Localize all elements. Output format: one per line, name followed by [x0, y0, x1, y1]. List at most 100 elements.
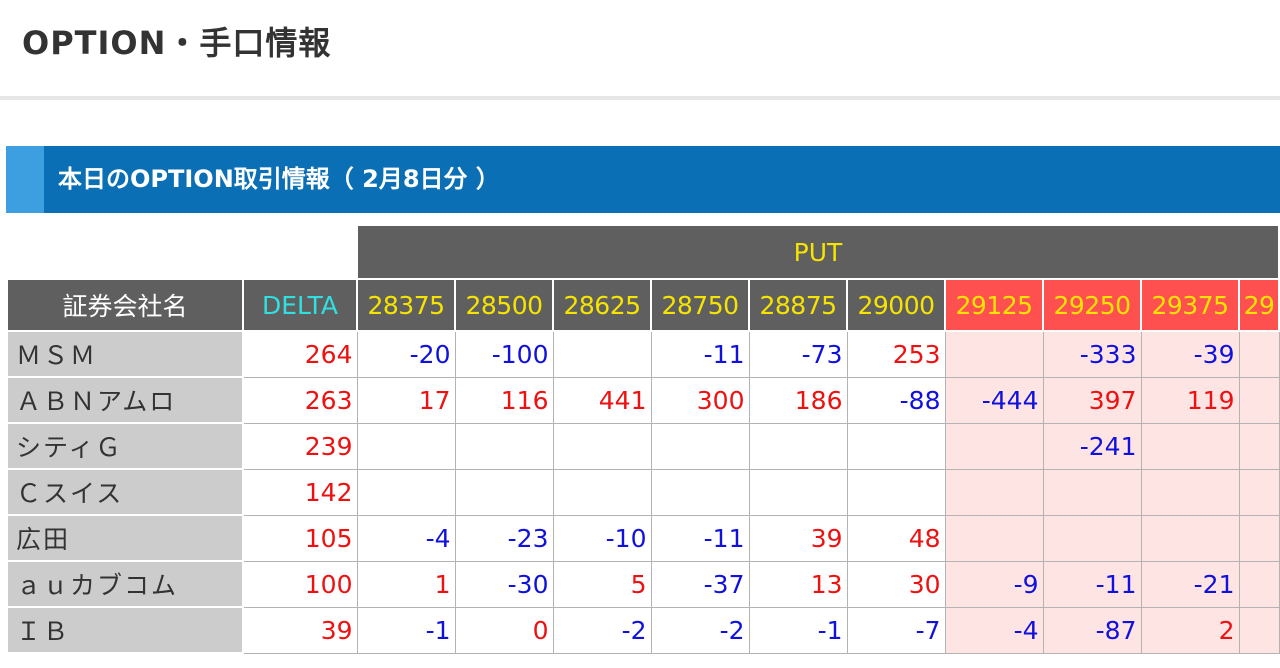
volume-cell: -1: [356, 606, 456, 654]
delta-value: 105: [242, 514, 358, 562]
broker-name: ａｕカブコム: [6, 560, 244, 608]
delta-value: 100: [242, 560, 358, 608]
strike-header: 28500: [454, 278, 554, 332]
volume-cell: -2: [650, 606, 750, 654]
volume-cell: [748, 468, 848, 516]
strike-header: 28625: [552, 278, 652, 332]
section-header: 本日のOPTION取引情報（ 2月8日分 ）: [6, 146, 1280, 213]
volume-cell: [356, 422, 456, 470]
table-row: ａｕカブコム 100 1 -30 5 -37 13 30 -9 -11 -21: [6, 560, 1280, 608]
volume-cell: [846, 422, 946, 470]
delta-value: 239: [242, 422, 358, 470]
volume-cell: -11: [650, 330, 750, 378]
volume-cell: -444: [944, 376, 1044, 424]
strike-header: 28875: [748, 278, 848, 332]
volume-cell: 30: [846, 560, 946, 608]
volume-cell: [1238, 330, 1280, 378]
volume-cell: -100: [454, 330, 554, 378]
volume-cell: -7: [846, 606, 946, 654]
volume-cell: [944, 330, 1044, 378]
volume-cell: [944, 422, 1044, 470]
put-header-row: PUT: [7, 224, 1280, 280]
volume-cell: 5: [552, 560, 652, 608]
volume-cell: [944, 514, 1044, 562]
volume-cell: [1238, 422, 1280, 470]
section-accent: [6, 146, 44, 213]
volume-cell: [1140, 422, 1240, 470]
strike-header: 29375: [1140, 278, 1240, 332]
volume-cell: -30: [454, 560, 554, 608]
volume-cell: [454, 468, 554, 516]
broker-name: ＩＢ: [6, 606, 244, 654]
volume-cell: 253: [846, 330, 946, 378]
volume-cell: [650, 422, 750, 470]
volume-cell: [1140, 468, 1240, 516]
volume-cell: 2: [1140, 606, 1240, 654]
broker-name-header: 証券会社名: [6, 278, 244, 332]
table-row: ＩＢ 39 -1 0 -2 -2 -1 -7 -4 -87 2: [6, 606, 1280, 654]
volume-cell: [1238, 468, 1280, 516]
delta-value: 264: [242, 330, 358, 378]
volume-cell: [846, 468, 946, 516]
volume-cell: -9: [944, 560, 1044, 608]
volume-cell: 186: [748, 376, 848, 424]
volume-cell: [944, 468, 1044, 516]
volume-cell: -11: [650, 514, 750, 562]
volume-cell: -241: [1042, 422, 1142, 470]
volume-cell: [1238, 560, 1280, 608]
volume-cell: -21: [1140, 560, 1240, 608]
option-table: PUT 証券会社名 DELTA 28375 28500 28625 28750 2887…: [6, 224, 1280, 654]
strike-header: 29125: [944, 278, 1044, 332]
volume-cell: 397: [1042, 376, 1142, 424]
broker-name: Ｃスイス: [6, 468, 244, 516]
put-header: PUT: [356, 224, 1280, 280]
volume-cell: 119: [1140, 376, 1240, 424]
broker-name: ＡＢＮアムロ: [6, 376, 244, 424]
strike-header: 28750: [650, 278, 750, 332]
volume-cell: -4: [356, 514, 456, 562]
section-title: 本日のOPTION取引情報（ 2月8日分 ）: [58, 165, 500, 193]
volume-cell: 13: [748, 560, 848, 608]
volume-cell: [650, 468, 750, 516]
broker-name: ＭＳＭ: [6, 330, 244, 378]
volume-cell: [356, 468, 456, 516]
volume-cell: 0: [454, 606, 554, 654]
volume-cell: -37: [650, 560, 750, 608]
volume-cell: 300: [650, 376, 750, 424]
volume-cell: -87: [1042, 606, 1142, 654]
volume-cell: [1238, 376, 1280, 424]
strike-header: 29000: [846, 278, 946, 332]
table-row: 広田 105 -4 -23 -10 -11 39 48: [6, 514, 1280, 562]
volume-cell: [748, 422, 848, 470]
broker-name: シティＧ: [6, 422, 244, 470]
volume-cell: 39: [748, 514, 848, 562]
volume-cell: 441: [552, 376, 652, 424]
volume-cell: [1042, 468, 1142, 516]
strike-header: 29: [1238, 278, 1280, 332]
delta-header: DELTA: [242, 278, 358, 332]
strike-header-row: 証券会社名 DELTA 28375 28500 28625 28750 28875 290…: [6, 278, 1280, 332]
volume-cell: [1140, 514, 1240, 562]
header-spacer: [7, 225, 357, 279]
table-body: ＭＳＭ 264 -20 -100 -11 -73 253 -333 -39 ＡＢＮアムロ 263 17…: [6, 330, 1280, 654]
volume-cell: -4: [944, 606, 1044, 654]
table-row: Ｃスイス 142: [6, 468, 1280, 516]
volume-cell: -333: [1042, 330, 1142, 378]
table-row: ＭＳＭ 264 -20 -100 -11 -73 253 -333 -39: [6, 330, 1280, 378]
volume-cell: [1238, 606, 1280, 654]
volume-cell: -1: [748, 606, 848, 654]
delta-value: 142: [242, 468, 358, 516]
table-row: シティＧ 239 -241: [6, 422, 1280, 470]
strike-header: 28375: [356, 278, 456, 332]
volume-cell: -10: [552, 514, 652, 562]
volume-cell: [552, 330, 652, 378]
volume-cell: 17: [356, 376, 456, 424]
volume-cell: -20: [356, 330, 456, 378]
volume-cell: -39: [1140, 330, 1240, 378]
volume-cell: [552, 468, 652, 516]
volume-cell: 116: [454, 376, 554, 424]
volume-cell: [1238, 514, 1280, 562]
strike-header: 29250: [1042, 278, 1142, 332]
volume-cell: -88: [846, 376, 946, 424]
volume-cell: [1042, 514, 1142, 562]
